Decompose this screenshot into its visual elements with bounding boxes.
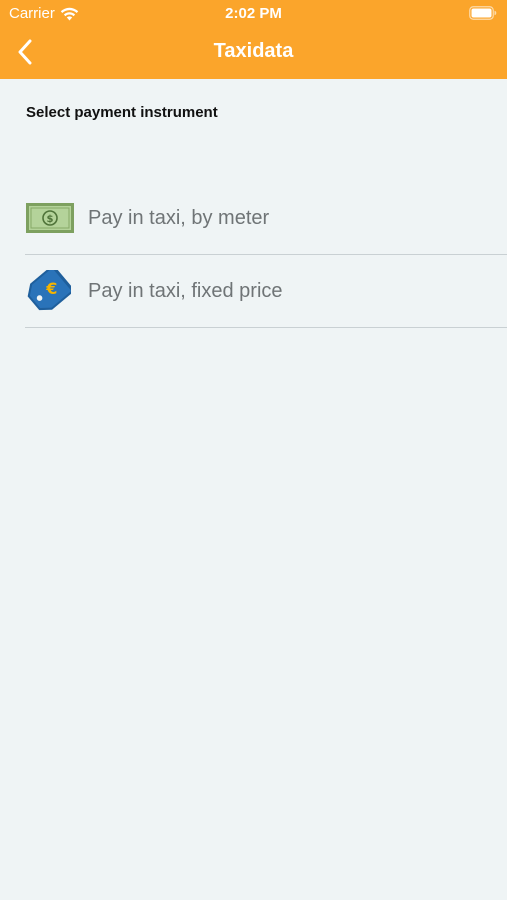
svg-text:€: € bbox=[45, 279, 57, 298]
payment-option-by-meter[interactable]: $ Pay in taxi, by meter bbox=[25, 182, 507, 255]
top-bar: Carrier 2:02 PM Taxidata bbox=[0, 0, 507, 79]
payment-option-label: Pay in taxi, fixed price bbox=[88, 279, 283, 302]
payment-option-fixed-price[interactable]: € Pay in taxi, fixed price bbox=[25, 255, 507, 328]
battery-icon bbox=[469, 6, 497, 20]
payment-option-label: Pay in taxi, by meter bbox=[88, 206, 270, 229]
euro-price-tag-icon: € bbox=[27, 270, 71, 311]
navigation-bar: Taxidata bbox=[0, 28, 507, 79]
payment-options-list: $ Pay in taxi, by meter € Pay in taxi, f… bbox=[25, 182, 507, 328]
item-icon-wrapper: $ bbox=[25, 198, 75, 238]
banknote-icon: $ bbox=[26, 203, 74, 233]
clock: 2:02 PM bbox=[225, 5, 282, 22]
section-header: Select payment instrument bbox=[26, 104, 218, 121]
page-title: Taxidata bbox=[213, 40, 294, 62]
app-screen: Carrier 2:02 PM Taxidata Select payment … bbox=[0, 0, 507, 900]
svg-text:$: $ bbox=[47, 214, 54, 225]
item-icon-wrapper: € bbox=[25, 270, 75, 311]
status-bar: Carrier 2:02 PM bbox=[0, 0, 507, 28]
